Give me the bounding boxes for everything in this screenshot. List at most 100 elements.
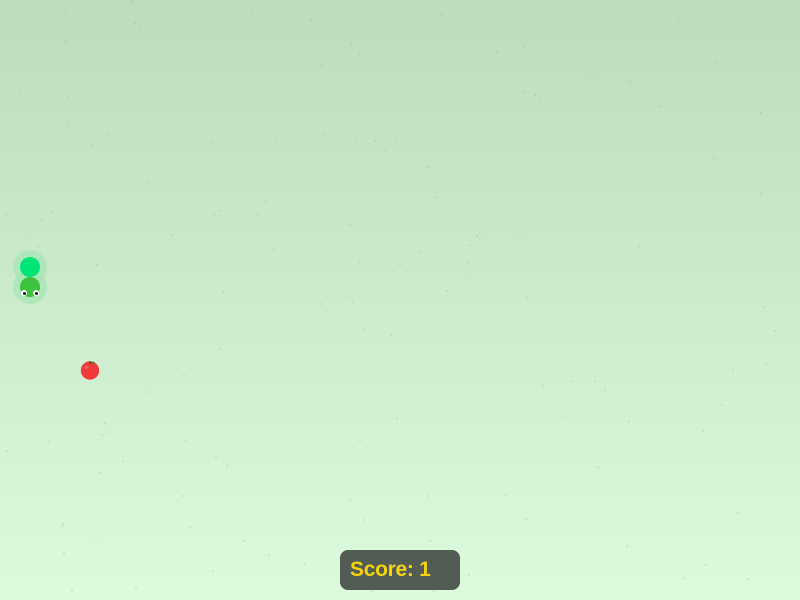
background-speck [466, 262, 468, 264]
background-speck [380, 247, 382, 249]
background-speck [390, 334, 392, 336]
background-speck [333, 327, 335, 329]
background-speck [420, 251, 422, 253]
snake-head [20, 277, 40, 297]
background-speck [469, 244, 471, 246]
background-speck [545, 439, 547, 441]
background-speck [322, 133, 324, 135]
background-speck [65, 40, 67, 42]
background-speck [354, 138, 356, 140]
background-speck [213, 214, 215, 216]
background-speck [774, 330, 776, 332]
background-speck [265, 200, 267, 202]
background-speck [358, 261, 360, 263]
background-speck [562, 415, 564, 417]
background-speck [104, 422, 106, 424]
background-speck [68, 125, 70, 127]
background-speck [597, 466, 599, 468]
background-speck [399, 264, 401, 266]
background-speck [65, 12, 67, 14]
background-speck [542, 385, 544, 387]
background-speck [374, 140, 376, 142]
background-speck [446, 290, 448, 292]
background-speck [359, 440, 361, 442]
game-board[interactable]: Score: 1 [0, 0, 800, 600]
background-speck [505, 494, 507, 496]
background-speck [219, 348, 221, 350]
background-speck [683, 577, 685, 579]
background-speck [183, 374, 185, 376]
background-speck [321, 64, 323, 66]
background-speck [99, 472, 101, 474]
background-speck [63, 552, 65, 554]
background-speck [371, 590, 373, 592]
background-speck [6, 450, 8, 452]
background-speck [41, 219, 43, 221]
background-speck [721, 404, 723, 406]
background-speck [182, 495, 184, 497]
background-speck [257, 213, 259, 215]
background-speck [363, 329, 365, 331]
background-speck [349, 224, 351, 226]
background-speck [140, 29, 142, 31]
background-speck [363, 519, 365, 521]
background-speck [171, 234, 173, 236]
background-speck [210, 141, 212, 143]
background-speck [279, 208, 281, 210]
background-speck [226, 465, 228, 467]
background-speck [433, 590, 435, 592]
apple-icon [80, 361, 100, 380]
background-speck [148, 181, 150, 183]
background-speck [705, 247, 707, 249]
background-speck [747, 578, 749, 580]
background-speck [396, 140, 398, 142]
background-speck [393, 31, 395, 33]
background-speck [534, 167, 536, 169]
background-speck [274, 138, 276, 140]
background-speck [48, 441, 50, 443]
background-speck [523, 45, 525, 47]
background-speck [660, 106, 662, 108]
background-speck [713, 157, 715, 159]
background-speck [310, 19, 312, 21]
background-speck [96, 264, 98, 266]
background-speck [427, 166, 429, 168]
background-speck [28, 231, 30, 233]
background-speck [243, 540, 245, 542]
background-speck [222, 291, 224, 293]
background-speck [429, 540, 431, 542]
background-speck [268, 554, 270, 556]
background-speck [250, 12, 252, 14]
background-speck [135, 587, 137, 589]
background-speck [183, 176, 185, 178]
background-speck [638, 245, 640, 247]
background-speck [702, 430, 704, 432]
score-panel: Score: 1 [340, 550, 460, 590]
background-speck [134, 22, 136, 24]
background-speck [106, 431, 108, 433]
background-speck [304, 563, 306, 565]
background-speck [348, 295, 350, 297]
background-speck [51, 211, 53, 213]
background-speck [732, 369, 734, 371]
background-speck [435, 196, 437, 198]
background-speck [122, 460, 124, 462]
background-speck [19, 92, 21, 94]
background-speck [570, 380, 572, 382]
background-speck [131, 0, 133, 2]
background-speck [255, 94, 257, 96]
snake-body-segment [20, 257, 40, 277]
background-speck [677, 17, 679, 19]
background-speck [189, 526, 191, 528]
background-speck [594, 381, 596, 383]
background-speck [91, 145, 93, 147]
background-speck [467, 279, 469, 281]
background-speck [385, 149, 387, 151]
background-speck [765, 363, 767, 365]
background-speck [5, 214, 7, 216]
background-speck [23, 357, 25, 359]
background-speck [760, 112, 762, 114]
background-speck [763, 306, 765, 308]
snake-eye-right [33, 290, 39, 296]
background-speck [525, 518, 527, 520]
